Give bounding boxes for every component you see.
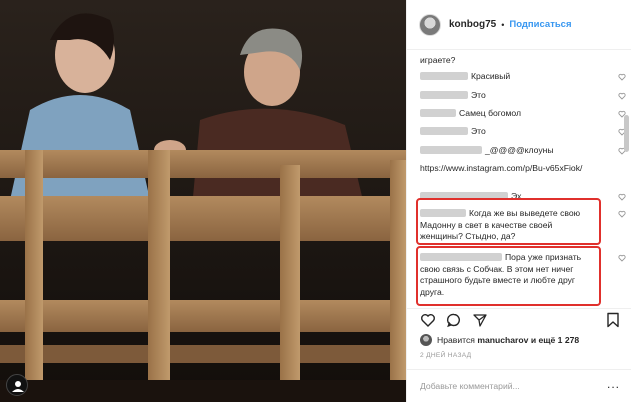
comment-like-heart-icon[interactable] [618,254,626,262]
comment-item: Самец богомол [420,108,626,120]
comment-author-redacted[interactable] [420,109,456,117]
paper-plane-icon[interactable] [472,312,488,328]
comment-author-redacted[interactable] [420,72,468,80]
post-photo [0,0,406,402]
bookmark-icon[interactable] [606,312,620,328]
avatar[interactable] [419,13,441,36]
post-date[interactable]: 2 ДНЕЙ НАЗАД [420,352,471,359]
actions-bar [407,308,631,330]
comment-text[interactable]: https://www.instagram.com/p/Bu-v65xFiok/ [420,163,582,173]
comment-item: Пора уже признать свою связь с Собчак. В… [420,252,626,298]
liker-username[interactable]: manucharov [477,335,528,345]
comments-list[interactable]: играете? Красивый Это Самец богомол Это _@@@@… [407,50,631,308]
comment-text: играете? [420,55,456,65]
comment-item: _@@@@клоуны [420,145,626,157]
comment-author-redacted[interactable] [420,192,508,200]
comment-author-redacted[interactable] [420,146,482,154]
more-options-button[interactable]: ... [607,378,620,390]
comment-item: Эх [420,191,626,203]
add-comment-bar: ... [407,369,631,402]
comment-input[interactable] [420,381,590,391]
comment-item: Когда же вы выведете свою Мадонну в свет… [420,208,626,243]
comment-item: Это [420,90,626,102]
comment-like-heart-icon[interactable] [618,193,626,201]
likes-prefix: Нравится [437,335,475,345]
comment-item: играете? [420,55,615,67]
likes-line: Нравится manucharov и ещё 1 278 [420,334,579,346]
comment-like-heart-icon[interactable] [618,210,626,218]
comment-text: _@@@@клоуны [485,145,554,155]
comment-item: Красивый [420,71,626,83]
user-tag-icon[interactable] [6,374,28,396]
comment-text: Красивый [471,71,511,81]
comment-author-redacted[interactable] [420,253,502,261]
comment-author-redacted[interactable] [420,127,468,135]
comments-scrollbar[interactable] [624,115,629,152]
comment-author-redacted[interactable] [420,91,468,99]
comment-like-heart-icon[interactable] [618,73,626,81]
comment-bubble-icon[interactable] [446,312,462,328]
comment-like-heart-icon[interactable] [618,92,626,100]
heart-outline-icon[interactable] [420,312,436,328]
comment-text: Это [471,90,486,100]
comment-text: Это [471,126,486,136]
separator-dot: • [501,19,505,30]
likes-count[interactable]: и ещё 1 278 [531,335,579,345]
username-link[interactable]: konbog75 [449,19,496,30]
comment-item: Это [420,126,626,138]
liker-avatar[interactable] [420,334,432,346]
comment-item: https://www.instagram.com/p/Bu-v65xFiok/ [420,163,615,175]
comment-author-redacted[interactable] [420,209,466,217]
post-sidebar: konbog75 • Подписаться играете? Красивый Э… [406,0,631,402]
follow-button[interactable]: Подписаться [509,19,571,30]
post-header: konbog75 • Подписаться [407,0,631,50]
comment-text: Эх [511,191,522,201]
comment-text: Самец богомол [459,108,522,118]
